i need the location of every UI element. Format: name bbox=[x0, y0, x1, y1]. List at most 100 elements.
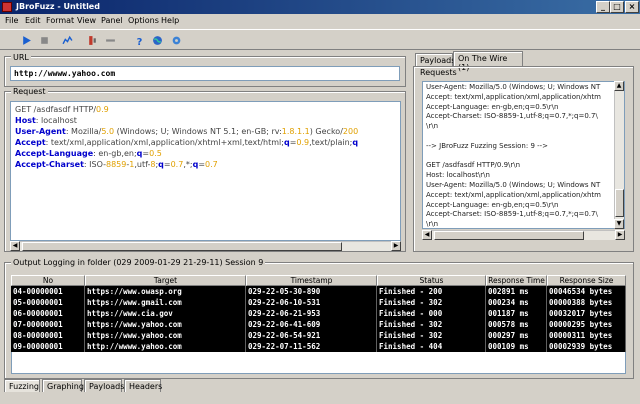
wire-scroll-right-icon[interactable]: ▶ bbox=[615, 230, 625, 240]
request-token: 1.8.1.1 bbox=[281, 127, 310, 136]
wire-line: User-Agent: Mozilla/5.0 (Windows; U; Win… bbox=[426, 181, 601, 189]
col-target[interactable]: Target bbox=[85, 275, 246, 286]
wire-hscrollbar[interactable]: ◀ ▶ bbox=[422, 230, 625, 240]
cell-target: https://www.owasp.org bbox=[85, 286, 246, 297]
cell-response-time: 001187 ms bbox=[486, 308, 547, 319]
menu-view[interactable]: View bbox=[77, 16, 96, 25]
request-token: 5.0 bbox=[101, 127, 115, 136]
request-line: GET /asdfasdf HTTP/0.9 bbox=[15, 105, 109, 114]
graph-icon[interactable] bbox=[61, 34, 74, 47]
menu-file[interactable]: File bbox=[5, 16, 18, 25]
scroll-left-icon[interactable]: ◀ bbox=[10, 241, 20, 251]
tab-payloads-bottom[interactable]: Payloads bbox=[84, 379, 124, 392]
table-row[interactable]: 06-00000001 https://www.cia.gov 029-22-06-… bbox=[11, 308, 626, 319]
col-timestamp[interactable]: Timestamp bbox=[246, 275, 377, 286]
request-token: 0.9 bbox=[296, 138, 310, 147]
cell-timestamp: 029-22-06-54-921 bbox=[246, 330, 377, 341]
wire-line: User-Agent: Mozilla/5.0 (Windows; U; Win… bbox=[426, 83, 601, 91]
tab-headers[interactable]: Headers bbox=[124, 379, 162, 392]
request-hscrollbar[interactable]: ◀ ▶ bbox=[10, 241, 401, 251]
tab-on-the-wire[interactable]: On The Wire (1) bbox=[453, 51, 523, 72]
settings-icon[interactable] bbox=[170, 34, 183, 47]
table-row[interactable]: 04-00000001 https://www.owasp.org 029-22-0… bbox=[11, 286, 626, 297]
scroll-up-icon[interactable]: ▲ bbox=[614, 81, 624, 91]
request-token: = bbox=[198, 160, 206, 169]
tab-graphing[interactable]: Graphing bbox=[42, 379, 84, 392]
wire-line: Accept: text/xml,application/xml,applica… bbox=[426, 92, 601, 101]
cell-status: Finished - 000 bbox=[377, 308, 486, 319]
cell-response-time: 000578 ms bbox=[486, 319, 547, 330]
cell-status: Finished - 404 bbox=[377, 341, 486, 352]
cell-no: 09-00000001 bbox=[11, 341, 85, 352]
request-token: Host bbox=[15, 116, 36, 125]
scroll-down-icon[interactable]: ▼ bbox=[614, 219, 624, 229]
tab-fuzzing[interactable]: Fuzzing bbox=[4, 379, 40, 392]
svg-text:?: ? bbox=[137, 37, 143, 46]
minimize-button[interactable]: _ bbox=[596, 1, 610, 13]
wire-line: \r\n bbox=[426, 122, 439, 131]
request-line: User-Agent: Mozilla/5.0 (Windows; U; Win… bbox=[15, 127, 358, 136]
cell-response-size: 00032017 bytes bbox=[547, 308, 626, 319]
globe-icon[interactable] bbox=[151, 34, 164, 47]
table-row[interactable]: 07-00000001 https://www.yahoo.com 029-22-0… bbox=[11, 319, 626, 330]
play-icon[interactable] bbox=[20, 34, 33, 47]
request-token: 0.7 bbox=[205, 160, 218, 169]
cell-response-time: 000297 ms bbox=[486, 330, 547, 341]
menu-panel[interactable]: Panel bbox=[101, 16, 123, 25]
wire-line: Accept-Language: en-gb,en;q=0.5\r\n bbox=[426, 200, 559, 209]
request-editor[interactable]: GET /asdfasdf HTTP/0.9 Host: localhost Use… bbox=[10, 101, 401, 241]
cell-timestamp: 029-22-06-21-953 bbox=[246, 308, 377, 319]
col-response-size[interactable]: Response Size bbox=[547, 275, 626, 286]
cell-response-time: 002891 ms bbox=[486, 286, 547, 297]
cell-response-size: 00000388 bytes bbox=[547, 297, 626, 308]
col-status[interactable]: Status bbox=[377, 275, 486, 286]
remove-icon[interactable] bbox=[104, 34, 117, 47]
request-label: Request bbox=[11, 87, 48, 96]
title-bar: JBroFuzz - Untitled _ □ × bbox=[0, 0, 640, 14]
request-token: Accept-Language bbox=[15, 149, 94, 158]
table-row[interactable]: 08-00000001 https://www.yahoo.com 029-22-0… bbox=[11, 330, 626, 341]
wire-line: --> JBroFuzz Fuzzing Session: 9 --> bbox=[426, 141, 549, 150]
wire-line: Host: localhost\r\n bbox=[426, 171, 490, 180]
cell-target: https://www.yahoo.com bbox=[85, 319, 246, 330]
toolbar: ? bbox=[0, 29, 640, 50]
wire-hscroll-thumb[interactable] bbox=[434, 231, 584, 240]
request-token: Accept-Charset bbox=[15, 160, 84, 169]
cell-status: Finished - 302 bbox=[377, 319, 486, 330]
wire-line: Accept-Charset: ISO-8859-1,utf-8;q=0.7,*… bbox=[426, 112, 598, 121]
table-row[interactable]: 05-00000001 https://www.gmail.com 029-22-0… bbox=[11, 297, 626, 308]
request-token: q bbox=[352, 138, 359, 147]
cell-response-size: 00046534 bytes bbox=[547, 286, 626, 297]
cell-no: 06-00000001 bbox=[11, 308, 85, 319]
request-line: Accept-Charset: ISO-8859-1,utf-8;q=0.7,*… bbox=[15, 160, 218, 169]
wire-vscrollbar[interactable]: ▲ ▼ bbox=[614, 81, 624, 229]
maximize-button[interactable]: □ bbox=[610, 1, 624, 13]
request-token: : text/xml,application/xml,application/x… bbox=[45, 138, 284, 147]
wire-line: Accept: text/xml,application/xml,applica… bbox=[426, 190, 601, 199]
wire-line: Accept-Language: en-gb,en;q=0.5\r\n bbox=[426, 102, 559, 111]
stop-icon[interactable] bbox=[38, 34, 51, 47]
tab-payloads[interactable]: Payloads bbox=[415, 53, 455, 66]
menu-options[interactable]: Options bbox=[128, 16, 159, 25]
menu-format[interactable]: Format bbox=[46, 16, 74, 25]
wire-line: \r\n bbox=[426, 220, 439, 229]
scroll-right-icon[interactable]: ▶ bbox=[391, 241, 401, 251]
col-response-time[interactable]: Response Time bbox=[486, 275, 547, 286]
close-button[interactable]: × bbox=[625, 1, 639, 13]
col-no[interactable]: No bbox=[11, 275, 85, 286]
wire-requests-text[interactable]: User-Agent: Mozilla/5.0 (Windows; U; Win… bbox=[422, 81, 625, 229]
menu-edit[interactable]: Edit bbox=[25, 16, 41, 25]
wire-scroll-left-icon[interactable]: ◀ bbox=[422, 230, 432, 240]
cell-response-size: 00002939 bytes bbox=[547, 341, 626, 352]
cell-status: Finished - 302 bbox=[377, 297, 486, 308]
scroll-thumb[interactable] bbox=[22, 242, 342, 251]
help-icon[interactable]: ? bbox=[133, 34, 146, 47]
table-row[interactable]: 09-00000001 http://wwww.yahoo.com 029-22-0… bbox=[11, 341, 626, 352]
wire-scroll-thumb[interactable] bbox=[615, 189, 624, 217]
menu-help[interactable]: Help bbox=[161, 16, 179, 25]
cell-no: 04-00000001 bbox=[11, 286, 85, 297]
url-input[interactable]: http://wwww.yahoo.com bbox=[10, 66, 400, 81]
request-token: : Mozilla/ bbox=[65, 127, 102, 136]
request-line: Host: localhost bbox=[15, 116, 77, 125]
fuzzer-icon[interactable] bbox=[86, 34, 99, 47]
